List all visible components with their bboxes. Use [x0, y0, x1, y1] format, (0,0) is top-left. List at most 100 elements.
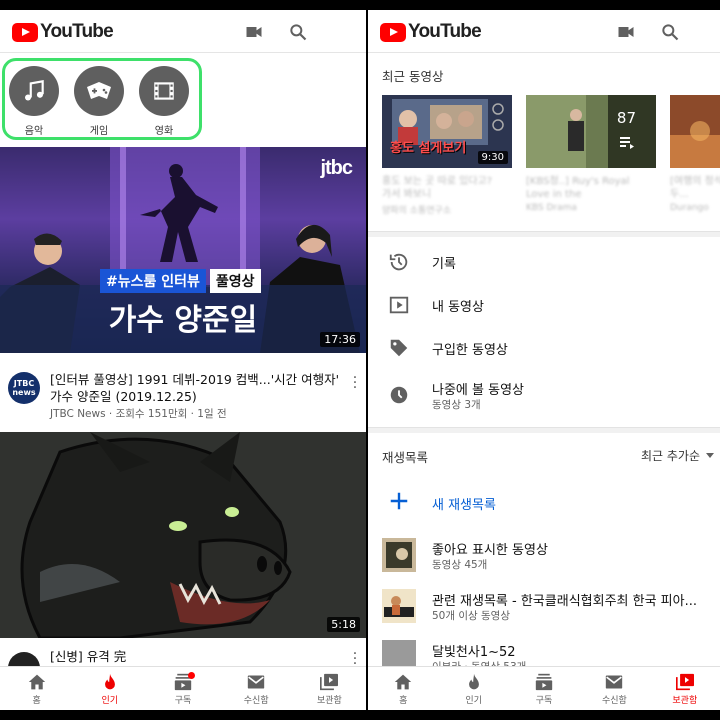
- nav-label: 인기: [101, 696, 119, 706]
- video-title[interactable]: [신병] 유격 完: [50, 648, 340, 665]
- library-my-videos[interactable]: 내 동영상: [368, 286, 720, 324]
- right-phone-screen: YouTube 최근 동영상 홍도 설게보기 9:30 홍도 보는 곳 따로 있…: [368, 10, 720, 710]
- category-music[interactable]: 음악: [8, 66, 60, 137]
- flame-icon: [468, 673, 479, 690]
- home-icon: [28, 674, 45, 690]
- video-camera-icon[interactable]: [244, 22, 264, 42]
- video-thumbnail[interactable]: jtbc #뉴스룸 인터뷰 풀영상 가수 양준일 17:36: [0, 147, 366, 353]
- jtbc-logo: jtbc: [320, 157, 353, 179]
- library-purchases[interactable]: 구입한 동영상: [368, 329, 720, 367]
- video-subtitle: JTBC News · 조회수 151만회 · 1일 전: [50, 408, 227, 420]
- nav-inbox[interactable]: 수신함: [220, 667, 293, 710]
- history-icon: [389, 253, 408, 271]
- recent-video-thumb[interactable]: [670, 95, 720, 168]
- library-history[interactable]: 기록: [368, 243, 720, 281]
- nav-label: 홈: [32, 696, 41, 706]
- sort-label: 최근 추가순: [640, 449, 700, 463]
- category-label: 영화: [154, 126, 174, 137]
- category-label: 음악: [24, 126, 44, 137]
- category-gaming[interactable]: 게임: [73, 66, 125, 137]
- mail-icon: [248, 675, 265, 689]
- playlist-thumbnail: [382, 589, 416, 623]
- library-item-label: 내 동영상: [432, 300, 484, 315]
- youtube-logo[interactable]: YouTube: [12, 21, 114, 43]
- nav-subscriptions[interactable]: 구독: [509, 667, 579, 710]
- playlist-sub: 50개 이상 동영상: [432, 610, 510, 622]
- library-watch-later[interactable]: 나중에 볼 동영상 동영상 3개: [368, 376, 720, 420]
- youtube-play-icon: [12, 22, 38, 42]
- recent-video-title[interactable]: [여행의 정석] 두...: [670, 175, 720, 201]
- more-vert-icon[interactable]: · · ·: [350, 371, 360, 395]
- recent-videos-row: 홍도 설게보기 9:30 홍도 보는 곳 따로 있다고? 가서 봐보니 양파의 …: [382, 95, 720, 225]
- playlists-heading: 재생목록: [382, 450, 429, 465]
- section-divider: [368, 427, 720, 433]
- library-item-sub: 동영상 3개: [432, 399, 481, 411]
- chevron-down-icon: [706, 453, 714, 458]
- recent-video-thumb[interactable]: 홍도 설게보기 9:30: [382, 95, 512, 168]
- recent-video-thumb[interactable]: 87: [526, 95, 656, 168]
- sort-dropdown[interactable]: 최근 추가순: [641, 447, 714, 464]
- library-item-label: 기록: [432, 257, 456, 272]
- plus-icon: [390, 492, 408, 510]
- explore-categories: 음악 게임 영화: [2, 58, 202, 140]
- channel-avatar[interactable]: JTBC news: [8, 372, 40, 404]
- recent-video-title[interactable]: [KBS청..] Ruy's Royal Love in the: [526, 175, 644, 201]
- clock-icon: [390, 386, 408, 404]
- nav-library[interactable]: 보관함: [293, 667, 366, 710]
- playlist-icon: [620, 137, 634, 149]
- bottom-navigation: 홈 인기 구독 수신함 보관함: [0, 666, 366, 710]
- video-camera-icon[interactable]: [616, 22, 636, 42]
- top-app-bar: YouTube: [368, 10, 720, 53]
- playlist-count: 87: [616, 109, 636, 127]
- nav-home[interactable]: 홈: [368, 667, 438, 710]
- nav-subscriptions[interactable]: 구독: [146, 667, 219, 710]
- tag-icon: [390, 339, 408, 357]
- search-icon[interactable]: [660, 22, 680, 42]
- notification-dot: [188, 672, 195, 679]
- video-thumbnail[interactable]: 5:18: [0, 432, 366, 638]
- new-playlist-button[interactable]: 새 재생목록: [368, 484, 720, 522]
- thumbnail-scene: [670, 95, 720, 168]
- library-icon: [675, 673, 694, 691]
- duration-badge: 17:36: [320, 332, 360, 347]
- playlist-title: 좋아요 표시한 동영상: [432, 543, 548, 558]
- playlist-sub: 동영상 45개: [432, 559, 488, 571]
- home-icon: [395, 674, 412, 690]
- library-item-label: 나중에 볼 동영상: [432, 383, 524, 398]
- nav-home[interactable]: 홈: [0, 667, 73, 710]
- youtube-play-icon: [380, 22, 406, 42]
- thumbnail-tag-label2: 풀영상: [209, 269, 261, 293]
- nav-inbox[interactable]: 수신함: [579, 667, 649, 710]
- nav-library[interactable]: 보관함: [650, 667, 720, 710]
- top-app-bar: YouTube: [0, 10, 366, 53]
- playlist-thumbnail: [382, 538, 416, 572]
- nav-label: 구독: [535, 696, 553, 706]
- mail-icon: [606, 675, 623, 689]
- youtube-wordmark: YouTube: [408, 21, 482, 42]
- category-movies[interactable]: 영화: [138, 66, 190, 137]
- duration-badge: 9:30: [477, 151, 508, 164]
- recent-video-title[interactable]: 홍도 보는 곳 따로 있다고? 가서 봐보니: [382, 175, 500, 201]
- thumbnail-tag: #뉴스룸 인터뷰 풀영상: [100, 269, 261, 293]
- nav-trending[interactable]: 인기: [73, 667, 146, 710]
- recent-video-channel: KBS Drama: [526, 203, 577, 213]
- recent-videos-heading: 최근 동영상: [382, 69, 444, 84]
- left-phone-screen: YouTube 음악 게임 영화 jtbc #뉴스룸 인터뷰 풀영상 가수 양준…: [0, 10, 366, 710]
- playlist-item[interactable]: 좋아요 표시한 동영상 동영상 45개: [368, 532, 720, 576]
- thumbnail-tag-label: #뉴스룸 인터뷰: [100, 269, 206, 293]
- nav-trending[interactable]: 인기: [438, 667, 508, 710]
- nav-label: 보관함: [316, 696, 342, 706]
- subscriptions-icon: [535, 673, 553, 691]
- more-vert-icon[interactable]: · · ·: [350, 647, 360, 671]
- youtube-wordmark: YouTube: [40, 21, 114, 42]
- duration-badge: 5:18: [327, 617, 360, 632]
- thumbnail-scene: [526, 95, 656, 168]
- playlist-item[interactable]: 관련 재생목록 - 한국클래식협회주최 한국 피아... 50개 이상 동영상: [368, 583, 720, 627]
- youtube-logo[interactable]: YouTube: [380, 21, 482, 43]
- bottom-navigation: 홈 인기 구독 수신함 보관함: [368, 666, 720, 710]
- search-icon[interactable]: [288, 22, 308, 42]
- gamepad-icon: [74, 66, 124, 116]
- thumbnail-scene: [0, 432, 366, 638]
- video-title[interactable]: [인터뷰 풀영상] 1991 데뷔-2019 컴백...'시간 여행자' 가수 …: [50, 371, 340, 405]
- nav-label: 홈: [399, 696, 408, 706]
